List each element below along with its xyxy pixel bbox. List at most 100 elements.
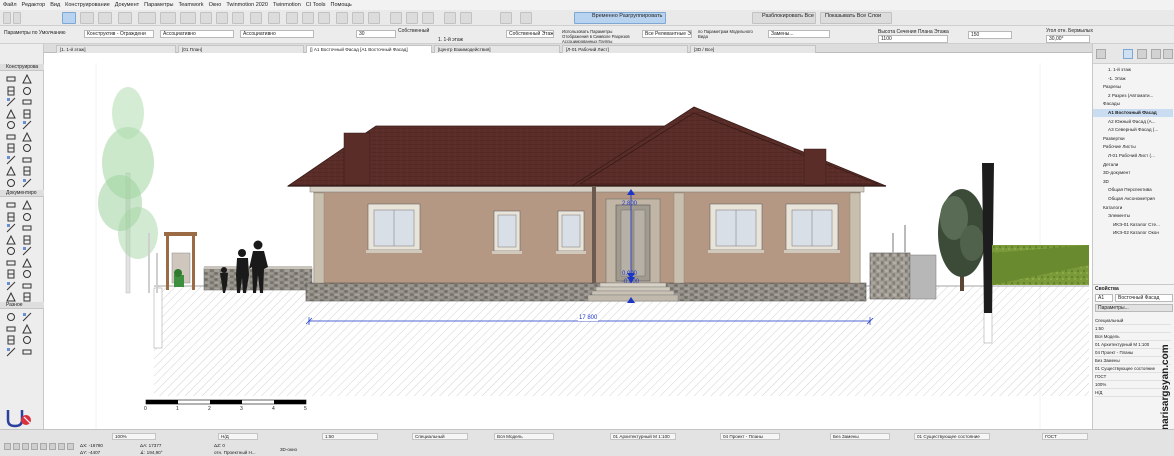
corner-window-tool-icon[interactable] [6, 165, 16, 176]
menu-item[interactable]: Редактор [22, 2, 46, 8]
fit-icon[interactable] [49, 443, 56, 450]
document-section-header[interactable]: Документиро [0, 190, 44, 197]
tab-floor-plan[interactable]: [1. 1-й этаж] [56, 45, 176, 53]
menu-item[interactable]: Конструирование [65, 2, 110, 8]
fit-window-button[interactable] [318, 12, 330, 24]
undo-icon[interactable] [4, 443, 11, 450]
hotspot-tool-icon[interactable] [6, 312, 16, 322]
view-3d-button[interactable]: 3D-окно [280, 447, 297, 452]
offset-input[interactable]: 30 [356, 30, 396, 38]
tab-collaboration-center[interactable]: [Центр Взаимодействия] [434, 45, 560, 53]
navigator-item[interactable]: ИКЭ-02 Каталог Окон [1093, 229, 1173, 237]
grid-tool-icon[interactable] [6, 291, 16, 302]
navigator-item[interactable]: А1 Восточный Фасад [1093, 109, 1173, 117]
previous-view-icon[interactable] [58, 443, 65, 450]
copy-button[interactable] [406, 12, 418, 24]
tab-east-facade[interactable]: [] А1 Восточный Фасад [А1 Восточный Фаса… [306, 45, 432, 53]
morph-tool-icon[interactable] [22, 131, 32, 142]
circle-tool-icon[interactable] [22, 323, 32, 334]
wall-tool-icon[interactable] [6, 335, 16, 345]
navigator-item[interactable]: Каталоги [1093, 204, 1173, 212]
guide-lines-button[interactable] [80, 12, 94, 24]
column-tool-icon[interactable] [22, 73, 32, 84]
menu-item[interactable]: CI Tools [306, 2, 326, 8]
menu-item[interactable]: Файл [3, 2, 17, 8]
navigator-item[interactable]: Общая Аксонометрия [1093, 195, 1173, 203]
level-dimension-tool-icon[interactable] [22, 199, 32, 210]
project-map-icon[interactable] [1123, 49, 1133, 59]
curtain-wall-tool-icon[interactable] [6, 132, 16, 142]
spline-tool-icon[interactable] [6, 324, 16, 334]
associative-select-1[interactable]: Ассоциативно [160, 30, 234, 38]
construction-section-header[interactable]: Конструирова [0, 64, 44, 71]
skylight-tool-icon[interactable] [22, 155, 32, 165]
wall-end-tool-icon[interactable] [22, 178, 32, 188]
section-tool-icon[interactable] [22, 246, 32, 256]
zoom-out-button[interactable] [302, 12, 314, 24]
navigator-item[interactable]: А3 Северный Фасад (... [1093, 126, 1173, 134]
cut-button[interactable] [390, 12, 402, 24]
radial-dim-tool-icon[interactable] [22, 281, 32, 291]
zone-tool-icon[interactable] [22, 143, 32, 153]
relevant-elements-select[interactable]: Все Релевантные Эл... [642, 30, 692, 38]
arrow-tool-icon[interactable] [3, 12, 11, 24]
navigator-item[interactable]: Рабочие Листы [1093, 143, 1173, 151]
layer-combo-field[interactable]: 01 Архитектурный М 1:100 [610, 433, 676, 440]
menu-item[interactable]: Окно [209, 2, 222, 8]
paste-button[interactable] [422, 12, 434, 24]
navigator-back-icon[interactable] [1096, 49, 1106, 59]
slab-tool-icon[interactable] [22, 86, 32, 96]
stair-tool-icon[interactable] [6, 108, 16, 119]
menu-item[interactable]: Помощь [331, 2, 352, 8]
undo-button[interactable] [352, 12, 364, 24]
associative-select-2[interactable]: Ассоциативно [240, 30, 314, 38]
menu-item[interactable]: Teamwork [179, 2, 204, 8]
slab-tool-icon[interactable] [22, 347, 32, 357]
align-button[interactable] [250, 12, 262, 24]
view-type-field[interactable]: Специальный [412, 433, 468, 440]
tab-worksheet[interactable]: [Л-01 Рабочий Лист] [562, 45, 688, 53]
lock-button[interactable] [520, 12, 532, 24]
object-tool-icon[interactable] [6, 143, 16, 153]
section-height-input[interactable]: 1100 [878, 35, 948, 43]
use-params-checkbox-label[interactable]: Использовать Параметры Отображения в Сим… [562, 29, 636, 43]
change-tool-icon[interactable] [6, 281, 16, 291]
elevation-tool-icon[interactable] [6, 258, 16, 268]
renovation-field[interactable]: 01 Существующее состояние [914, 433, 990, 440]
menu-item[interactable]: Документ [115, 2, 139, 8]
shell-tool-icon[interactable] [22, 97, 32, 107]
opening-tool-icon[interactable] [22, 166, 32, 176]
offset-150-input[interactable]: 150 [968, 31, 1012, 39]
detail-tool-icon[interactable] [22, 269, 32, 279]
orbit-button[interactable] [336, 12, 348, 24]
navigator-item[interactable]: 2 Разрез (Автомати... [1093, 92, 1173, 100]
camera-tool-icon[interactable] [22, 292, 32, 302]
drawing-canvas[interactable]: 2.800 0.000 -0.600 17 800 0 1 2 3 4 5 [44, 53, 1092, 429]
window-tool-icon[interactable] [22, 120, 32, 130]
interior-elevation-tool-icon[interactable] [22, 257, 32, 268]
marquee-tool-icon[interactable] [13, 12, 21, 24]
view-id-field[interactable]: А1 [1095, 294, 1113, 302]
railing-tool-icon[interactable] [22, 109, 32, 119]
navigator-item[interactable]: Элементы [1093, 212, 1173, 220]
pen-set-field[interactable]: 04 Проект - Планы [720, 433, 780, 440]
dimension-tool-icon[interactable] [6, 200, 16, 210]
replacements-button[interactable]: Замены... [768, 30, 830, 38]
dimension-standard-field[interactable]: ГОСТ [1042, 433, 1088, 440]
layout-book-icon[interactable] [1151, 49, 1161, 59]
lamp-tool-icon[interactable] [6, 178, 16, 188]
model-field[interactable]: Вся Модель [494, 433, 554, 440]
navigator-item[interactable]: 1. 1-й этаж [1093, 66, 1173, 74]
distribute-button[interactable] [268, 12, 280, 24]
rotate-button[interactable] [216, 12, 228, 24]
redo-button[interactable] [368, 12, 380, 24]
navigator-item[interactable]: 3D-документ [1093, 169, 1173, 177]
rotation-field[interactable]: Н/Д [218, 433, 258, 440]
line-tool-icon[interactable] [22, 223, 32, 233]
navigator-item[interactable]: Общая Перспектива [1093, 186, 1173, 194]
drawing-tool-icon[interactable] [6, 246, 16, 256]
tab-3d[interactable]: [3D / Все] [690, 45, 816, 53]
arc-tool-icon[interactable] [6, 234, 16, 245]
navigator-item[interactable]: Развертки [1093, 135, 1173, 143]
menu-item[interactable]: Вид [50, 2, 60, 8]
